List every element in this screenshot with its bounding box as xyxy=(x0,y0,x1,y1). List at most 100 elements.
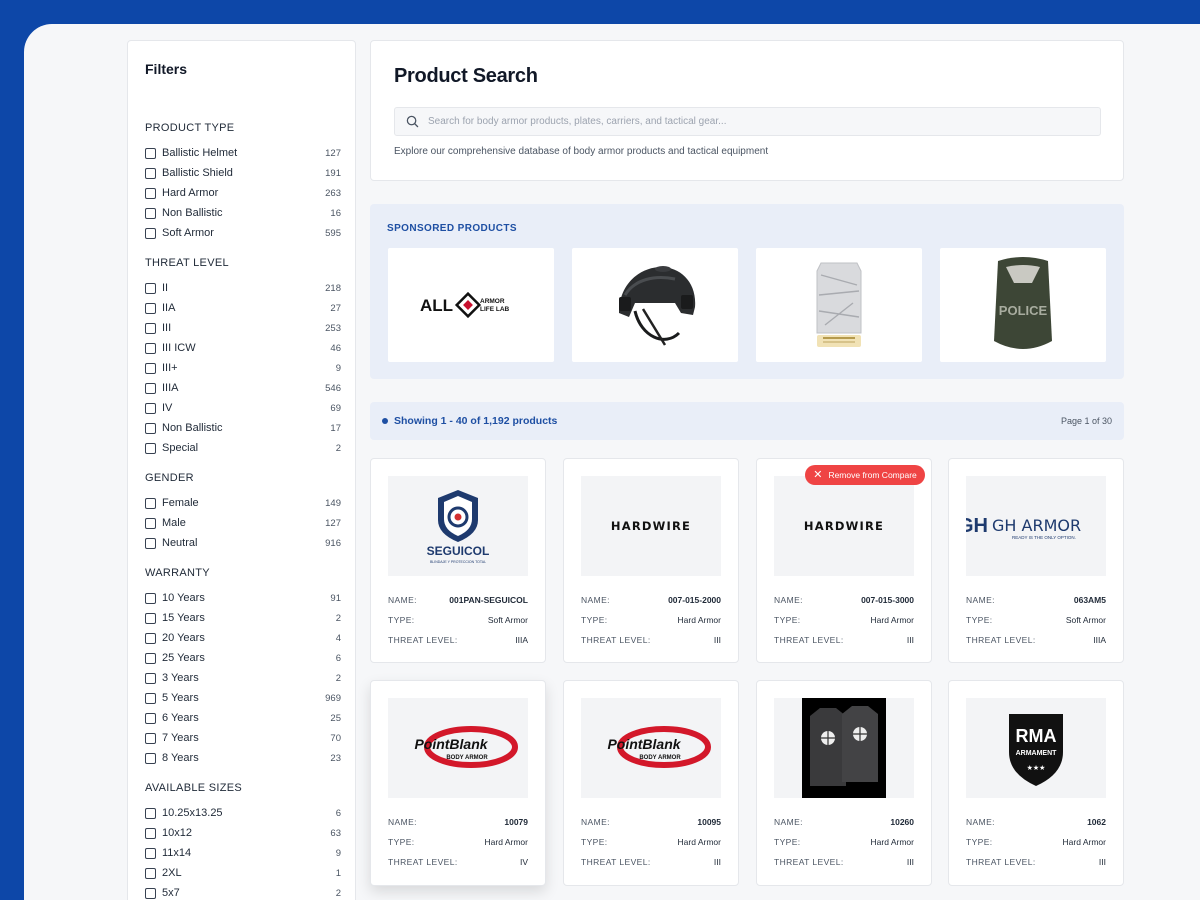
product-threat-row: THREAT LEVEL: IIIA xyxy=(388,633,528,647)
filter-option[interactable]: 6 Years 25 xyxy=(145,708,341,728)
filter-option[interactable]: II 218 xyxy=(145,278,341,298)
filter-option-count: 27 xyxy=(330,302,341,314)
product-type-row: TYPE: Hard Armor xyxy=(388,835,528,849)
filter-group-title: PRODUCT TYPE xyxy=(145,122,235,134)
svg-text:HARDWIRE: HARDWIRE xyxy=(611,519,691,533)
product-name-label: NAME: xyxy=(966,595,995,605)
sponsored-item-police-shield[interactable]: POLICE xyxy=(940,248,1106,362)
results-dot-icon xyxy=(382,418,388,424)
filter-checkbox[interactable] xyxy=(145,847,156,859)
filter-option[interactable]: Neutral 916 xyxy=(145,533,341,553)
filter-checkbox[interactable] xyxy=(145,827,156,839)
filter-option[interactable]: 10.25x13.25 6 xyxy=(145,803,341,823)
filter-option-label: IIIA xyxy=(162,382,179,394)
filter-checkbox[interactable] xyxy=(145,282,156,294)
filter-option[interactable]: Male 127 xyxy=(145,513,341,533)
filter-option[interactable]: 20 Years 4 xyxy=(145,628,341,648)
product-card[interactable]: RMA ARMAMENT ★★★ NAME: 1062 TYPE: Hard Armor TH… xyxy=(948,680,1124,886)
filter-option[interactable]: 8 Years 23 xyxy=(145,748,341,768)
filter-option[interactable]: 11x14 9 xyxy=(145,843,341,863)
product-card[interactable]: HARDWIRE NAME: 007-015-3000 TYPE: Hard Armor… xyxy=(756,458,932,663)
product-card[interactable]: PointBlank BODY ARMOR NAME: 10095 TYPE: Hard … xyxy=(563,680,739,886)
filter-option[interactable]: 2XL 1 xyxy=(145,863,341,883)
filter-checkbox[interactable] xyxy=(145,632,156,644)
filter-checkbox[interactable] xyxy=(145,302,156,314)
filter-option[interactable]: Ballistic Helmet 127 xyxy=(145,143,341,163)
filter-checkbox[interactable] xyxy=(145,732,156,744)
filter-checkbox[interactable] xyxy=(145,322,156,334)
filter-checkbox[interactable] xyxy=(145,342,156,354)
search-input[interactable] xyxy=(428,116,1100,127)
filter-checkbox[interactable] xyxy=(145,147,156,159)
filter-option[interactable]: III+ 9 xyxy=(145,358,341,378)
product-type-value: Soft Armor xyxy=(487,615,528,625)
product-card[interactable]: NAME: 10260 TYPE: Hard Armor THREAT LEVEL: II… xyxy=(756,680,932,886)
product-threat-row: THREAT LEVEL: IV xyxy=(388,855,528,869)
product-threat-value: III xyxy=(1098,857,1106,867)
filter-option[interactable]: Special 2 xyxy=(145,438,341,458)
product-threat-value: III xyxy=(906,857,914,867)
filter-option[interactable]: Soft Armor 595 xyxy=(145,223,341,243)
filter-option[interactable]: Non Ballistic 16 xyxy=(145,203,341,223)
filter-option[interactable]: III ICW 46 xyxy=(145,338,341,358)
search-box[interactable] xyxy=(394,107,1101,136)
filter-checkbox[interactable] xyxy=(145,752,156,764)
filter-checkbox[interactable] xyxy=(145,692,156,704)
filter-checkbox[interactable] xyxy=(145,227,156,239)
sponsored-item-plate[interactable] xyxy=(756,248,922,362)
filter-checkbox[interactable] xyxy=(145,887,156,899)
filter-checkbox[interactable] xyxy=(145,187,156,199)
product-card[interactable]: PointBlank BODY ARMOR NAME: 10079 TYPE: Hard … xyxy=(370,680,546,886)
filter-checkbox[interactable] xyxy=(145,497,156,509)
product-threat-row: THREAT LEVEL: III xyxy=(966,855,1106,869)
product-type-row: TYPE: Hard Armor xyxy=(774,613,914,627)
filter-checkbox[interactable] xyxy=(145,442,156,454)
product-name-row: NAME: 001PAN-SEGUICOL xyxy=(388,593,528,607)
filter-option-count: 6 xyxy=(335,652,341,664)
filter-checkbox[interactable] xyxy=(145,422,156,434)
filter-checkbox[interactable] xyxy=(145,612,156,624)
filter-checkbox[interactable] xyxy=(145,807,156,819)
filter-checkbox[interactable] xyxy=(145,537,156,549)
filter-checkbox[interactable] xyxy=(145,382,156,394)
filter-group-title: THREAT LEVEL xyxy=(145,257,229,269)
filter-option[interactable]: IIA 27 xyxy=(145,298,341,318)
filter-checkbox[interactable] xyxy=(145,652,156,664)
product-card[interactable]: HARDWIRE NAME: 007-015-2000 TYPE: Hard Armor… xyxy=(563,458,739,663)
filter-group-title: GENDER xyxy=(145,472,194,484)
sponsored-item-armor-life-lab[interactable]: ALL ARMOR LIFE LAB xyxy=(388,248,554,362)
filter-option[interactable]: IIIA 546 xyxy=(145,378,341,398)
filter-option[interactable]: III 253 xyxy=(145,318,341,338)
filter-option-label: Ballistic Helmet xyxy=(162,147,238,159)
filter-option[interactable]: 7 Years 70 xyxy=(145,728,341,748)
filter-option[interactable]: 25 Years 6 xyxy=(145,648,341,668)
filter-option[interactable]: 15 Years 2 xyxy=(145,608,341,628)
filter-option[interactable]: 3 Years 2 xyxy=(145,668,341,688)
filter-option[interactable]: Hard Armor 263 xyxy=(145,183,341,203)
filter-option[interactable]: 10x12 63 xyxy=(145,823,341,843)
filter-option[interactable]: 10 Years 91 xyxy=(145,588,341,608)
filter-checkbox[interactable] xyxy=(145,712,156,724)
filter-checkbox[interactable] xyxy=(145,362,156,374)
svg-text:SEGUICOL: SEGUICOL xyxy=(427,544,490,558)
filter-option[interactable]: Non Ballistic 17 xyxy=(145,418,341,438)
svg-text:GH ARMOR: GH ARMOR xyxy=(992,516,1081,535)
filter-option[interactable]: Ballistic Shield 191 xyxy=(145,163,341,183)
filter-option[interactable]: 5x7 2 xyxy=(145,883,341,900)
filter-checkbox[interactable] xyxy=(145,167,156,179)
filter-group-title: WARRANTY xyxy=(145,567,210,579)
filter-option-label: Female xyxy=(162,497,199,509)
filter-option[interactable]: Female 149 xyxy=(145,493,341,513)
filter-checkbox[interactable] xyxy=(145,517,156,529)
filter-checkbox[interactable] xyxy=(145,207,156,219)
filter-checkbox[interactable] xyxy=(145,867,156,879)
product-card[interactable]: GHGH ARMORREADY IS THE ONLY OPTION. NAME:… xyxy=(948,458,1124,663)
sponsored-item-helmet[interactable] xyxy=(572,248,738,362)
filter-checkbox[interactable] xyxy=(145,402,156,414)
remove-from-compare-button[interactable]: ✕ Remove from Compare xyxy=(805,465,925,485)
product-card[interactable]: SEGUICOL BLINDAJE Y PROTECCION TOTAL NAME:… xyxy=(370,458,546,663)
filter-option[interactable]: 5 Years 969 xyxy=(145,688,341,708)
filter-checkbox[interactable] xyxy=(145,672,156,684)
filter-option[interactable]: IV 69 xyxy=(145,398,341,418)
filter-checkbox[interactable] xyxy=(145,592,156,604)
